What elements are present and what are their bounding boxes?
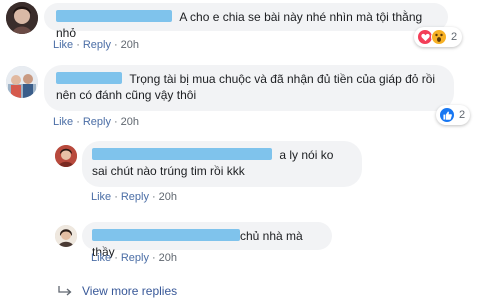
avatar[interactable] bbox=[6, 2, 38, 34]
reply-actions: Like · Reply · 20h bbox=[91, 252, 177, 264]
separator: · bbox=[113, 116, 118, 128]
reply-button[interactable]: Reply bbox=[83, 39, 111, 51]
reply-actions: Like · Reply · 20h bbox=[91, 191, 177, 203]
comment-2: Trọng tài bị mua chuộc và đã nhận đủ tiề… bbox=[0, 60, 485, 130]
reply-button[interactable]: Reply bbox=[121, 252, 149, 264]
comment-bubble: A cho e chia se bài này nhé nhìn mà tội … bbox=[44, 3, 448, 40]
avatar[interactable] bbox=[6, 66, 38, 98]
separator: · bbox=[151, 252, 156, 264]
timestamp[interactable]: 20h bbox=[159, 191, 177, 203]
like-button[interactable]: Like bbox=[53, 116, 73, 128]
reaction-count: 2 bbox=[459, 109, 466, 121]
avatar[interactable] bbox=[55, 225, 77, 247]
comment-bubble: Trọng tài bị mua chuộc và đã nhận đủ tiề… bbox=[44, 65, 454, 111]
like-button[interactable]: Like bbox=[91, 252, 111, 264]
author-name-redacted[interactable] bbox=[92, 148, 272, 160]
separator: · bbox=[113, 39, 118, 51]
like-button[interactable]: Like bbox=[53, 39, 73, 51]
like-button[interactable]: Like bbox=[91, 191, 111, 203]
like-icon bbox=[439, 107, 455, 123]
reply-arrow-icon bbox=[58, 285, 74, 297]
timestamp[interactable]: 20h bbox=[121, 39, 139, 51]
view-more-replies[interactable]: View more replies bbox=[58, 284, 177, 298]
separator: · bbox=[76, 39, 80, 51]
reaction-count: 2 bbox=[451, 31, 458, 43]
reply-1: a ly nói ko sai chút nào trúng tim rồi k… bbox=[0, 135, 485, 210]
author-name-redacted[interactable] bbox=[56, 10, 172, 22]
reply-button[interactable]: Reply bbox=[121, 191, 149, 203]
author-name-redacted[interactable] bbox=[92, 229, 240, 241]
reply-button[interactable]: Reply bbox=[83, 116, 111, 128]
reply-2: chủ nhà mà thầy Like · Reply · 20h bbox=[0, 215, 485, 270]
wow-icon bbox=[431, 29, 447, 45]
separator: · bbox=[151, 191, 156, 203]
separator: · bbox=[114, 252, 118, 264]
comment-actions: Like · Reply · 20h bbox=[53, 39, 139, 51]
reactions-summary[interactable]: 2 bbox=[436, 105, 471, 125]
timestamp[interactable]: 20h bbox=[159, 252, 177, 264]
comment-1: A cho e chia se bài này nhé nhìn mà tội … bbox=[0, 0, 485, 60]
avatar[interactable] bbox=[55, 145, 77, 167]
reactions-summary[interactable]: 2 bbox=[414, 27, 463, 47]
separator: · bbox=[114, 191, 118, 203]
view-more-replies-label[interactable]: View more replies bbox=[82, 284, 177, 298]
comment-actions: Like · Reply · 20h bbox=[53, 116, 139, 128]
reply-bubble: a ly nói ko sai chút nào trúng tim rồi k… bbox=[82, 141, 362, 187]
separator: · bbox=[76, 116, 80, 128]
author-name-redacted[interactable] bbox=[56, 72, 122, 84]
reply-bubble: chủ nhà mà thầy bbox=[82, 222, 332, 259]
timestamp[interactable]: 20h bbox=[121, 116, 139, 128]
